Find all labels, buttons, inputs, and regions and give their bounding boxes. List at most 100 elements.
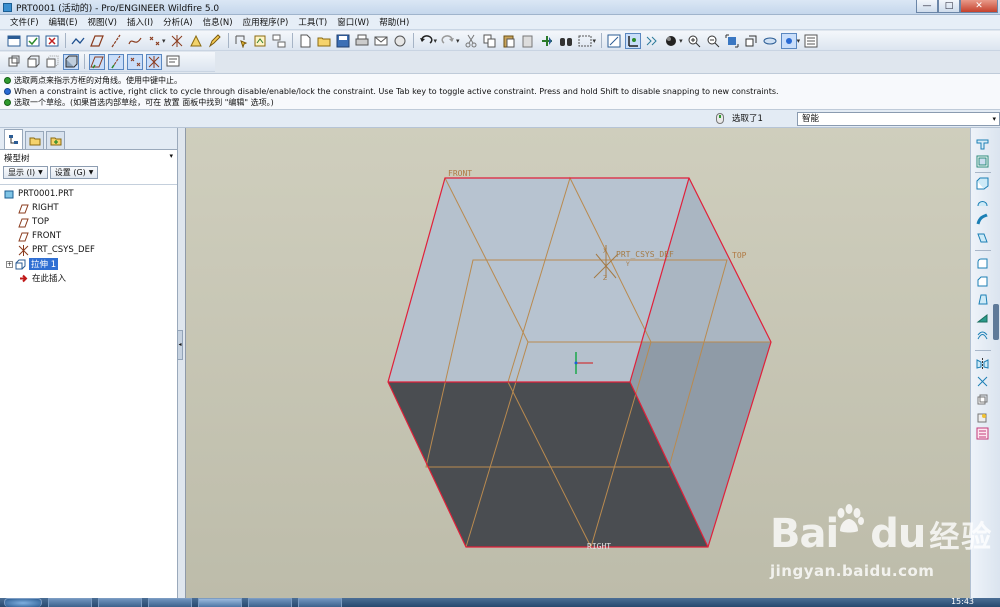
sketch-setup-button[interactable] xyxy=(6,33,22,49)
merge-tool-button[interactable] xyxy=(975,374,990,389)
pattern-tool-button[interactable] xyxy=(975,328,990,343)
print-button[interactable] xyxy=(354,33,370,49)
menu-tools[interactable]: 工具(T) xyxy=(293,16,332,28)
find-button[interactable] xyxy=(558,33,574,49)
taskbar-item[interactable] xyxy=(248,598,292,607)
round-tool-button[interactable] xyxy=(975,256,990,271)
chevron-down-icon[interactable]: ▾ xyxy=(797,37,801,45)
settings-button[interactable]: 设置 (G) ▼ xyxy=(49,165,99,179)
offset-tool-button[interactable] xyxy=(975,410,990,425)
send-mail-button[interactable] xyxy=(373,33,389,49)
hidden-line-button[interactable] xyxy=(44,54,60,70)
menu-info[interactable]: 信息(N) xyxy=(198,16,238,28)
sweep-tool-button[interactable] xyxy=(975,212,990,227)
shell-tool-button[interactable] xyxy=(975,154,990,169)
tree-item-right[interactable]: RIGHT xyxy=(0,201,177,215)
menu-window[interactable]: 窗口(W) xyxy=(332,16,374,28)
copy-button[interactable] xyxy=(482,33,498,49)
view-manager-button[interactable] xyxy=(780,32,797,49)
menu-view[interactable]: 视图(V) xyxy=(83,16,122,28)
chevron-down-icon[interactable]: ▾ xyxy=(169,152,173,160)
mirror-tool-button[interactable] xyxy=(975,356,990,371)
orient-button[interactable] xyxy=(25,54,41,70)
refit-button[interactable] xyxy=(724,33,740,49)
extrude-tool-button[interactable] xyxy=(975,176,990,191)
menu-analysis[interactable]: 分析(A) xyxy=(158,16,197,28)
redo-button[interactable] xyxy=(440,33,456,49)
display-style-button[interactable] xyxy=(663,33,679,49)
copy-geometry-button[interactable] xyxy=(6,54,22,70)
analysis-button[interactable] xyxy=(188,33,204,49)
menu-file[interactable]: 文件(F) xyxy=(5,16,44,28)
draft-tool-button[interactable] xyxy=(975,292,990,307)
chevron-down-icon[interactable]: ▾ xyxy=(162,37,166,45)
chamfer-tool-button[interactable] xyxy=(975,274,990,289)
datum-point-button[interactable] xyxy=(146,33,162,49)
display-constraints-button[interactable] xyxy=(625,32,642,49)
plane-display-button[interactable] xyxy=(89,53,105,70)
annotation-display-button[interactable] xyxy=(165,54,181,70)
graphics-viewport[interactable]: PRT_CSYS_DEF X Y Z FRONT TOP RIGHT xyxy=(185,128,970,598)
hole-tool-button[interactable] xyxy=(975,136,990,151)
start-button[interactable] xyxy=(4,598,42,607)
regenerate-button[interactable] xyxy=(539,33,555,49)
zoom-out-button[interactable] xyxy=(705,33,721,49)
display-dimensions-button[interactable] xyxy=(644,33,660,49)
show-button[interactable]: 显示 (I) ▼ xyxy=(3,165,48,179)
shading-button[interactable] xyxy=(63,53,79,70)
tab-favorites[interactable] xyxy=(46,131,65,149)
open-file-button[interactable] xyxy=(316,33,332,49)
blend-tool-button[interactable] xyxy=(975,230,990,245)
zoom-in-button[interactable] xyxy=(686,33,702,49)
tree-item-csys[interactable]: PRT_CSYS_DEF xyxy=(0,243,177,257)
menu-applications[interactable]: 应用程序(P) xyxy=(238,16,294,28)
undo-button[interactable] xyxy=(418,33,434,49)
revolve-tool-button[interactable] xyxy=(975,194,990,209)
layers-button[interactable] xyxy=(271,33,287,49)
chevron-down-icon[interactable]: ▾ xyxy=(593,37,597,45)
taskbar-item[interactable] xyxy=(98,598,142,607)
maximize-button[interactable]: □ xyxy=(938,0,960,13)
tab-folder-browser[interactable] xyxy=(25,131,44,149)
datum-axis-button[interactable] xyxy=(108,33,124,49)
paste-special-button[interactable] xyxy=(520,33,536,49)
panel-collapse-handle[interactable]: ◂ xyxy=(177,330,183,360)
toolbar-resize-handle[interactable] xyxy=(993,304,999,340)
chevron-down-icon[interactable]: ▾ xyxy=(434,37,438,45)
cancel-sketch-button[interactable] xyxy=(44,33,60,49)
trim-tool-button[interactable] xyxy=(975,392,990,407)
datum-csys-button[interactable] xyxy=(169,33,185,49)
csys-display-button[interactable] xyxy=(146,53,162,70)
tree-item-part[interactable]: PRT0001.PRT xyxy=(0,187,177,201)
menu-insert[interactable]: 插入(I) xyxy=(122,16,158,28)
save-button[interactable] xyxy=(335,33,351,49)
close-button[interactable]: ✕ xyxy=(960,0,998,13)
paste-button[interactable] xyxy=(501,33,517,49)
taskbar-item-active[interactable] xyxy=(198,598,242,607)
cut-button[interactable] xyxy=(463,33,479,49)
sketch-palette-button[interactable] xyxy=(252,33,268,49)
send-link-button[interactable] xyxy=(392,33,408,49)
taskbar-item[interactable] xyxy=(48,598,92,607)
sketch-line-button[interactable] xyxy=(70,33,86,49)
reorient-button[interactable] xyxy=(743,33,759,49)
selection-filter-dropdown[interactable]: 智能 ▾ xyxy=(797,112,1000,126)
tree-item-top[interactable]: TOP xyxy=(0,215,177,229)
select-mode-button[interactable] xyxy=(233,33,249,49)
axis-display-button[interactable] xyxy=(108,53,124,70)
expand-icon[interactable]: + xyxy=(6,260,13,268)
datum-plane-button[interactable] xyxy=(89,33,105,49)
datum-curve-button[interactable] xyxy=(127,33,143,49)
minimize-button[interactable]: — xyxy=(916,0,938,13)
chevron-down-icon[interactable]: ▾ xyxy=(679,37,683,45)
saved-views-button[interactable] xyxy=(762,33,778,49)
sketch-view-button[interactable] xyxy=(606,33,622,49)
new-file-button[interactable] xyxy=(297,33,313,49)
point-display-button[interactable] xyxy=(127,53,143,70)
taskbar-item[interactable] xyxy=(148,598,192,607)
layer-tree-button[interactable] xyxy=(803,33,819,49)
taskbar-item[interactable] xyxy=(298,598,342,607)
menu-help[interactable]: 帮助(H) xyxy=(374,16,414,28)
chevron-down-icon[interactable]: ▾ xyxy=(456,37,460,45)
tab-model-tree[interactable] xyxy=(4,129,23,149)
